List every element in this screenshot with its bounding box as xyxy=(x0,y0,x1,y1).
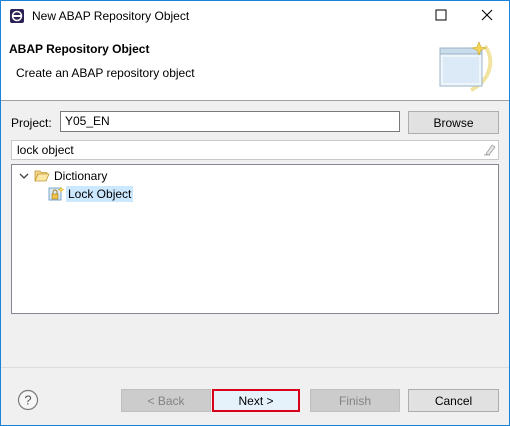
filter-input[interactable]: lock object xyxy=(11,140,499,160)
tree-item-label: Dictionary xyxy=(54,169,108,183)
footer-separator xyxy=(1,367,509,368)
tree-item-lock-object[interactable]: Lock Object xyxy=(48,185,134,203)
cancel-button[interactable]: Cancel xyxy=(408,389,499,412)
tree-item-dictionary[interactable]: Dictionary xyxy=(18,167,107,185)
wizard-banner: ABAP Repository Object Create an ABAP re… xyxy=(1,32,509,101)
back-button[interactable]: < Back xyxy=(121,389,211,412)
new-abap-repository-object-dialog: New ABAP Repository Object ABAP Reposito… xyxy=(0,0,510,426)
project-label: Project: xyxy=(11,116,52,130)
close-button[interactable] xyxy=(464,1,509,32)
project-input[interactable]: Y05_EN xyxy=(60,111,400,132)
svg-text:?: ? xyxy=(24,393,31,408)
next-button[interactable]: Next > xyxy=(212,389,300,412)
lock-object-icon xyxy=(48,186,65,202)
maximize-button[interactable] xyxy=(418,1,463,32)
eclipse-app-icon xyxy=(9,8,25,24)
title-bar: New ABAP Repository Object xyxy=(1,1,509,32)
tree-item-label: Lock Object xyxy=(66,186,134,202)
banner-subtitle: Create an ABAP repository object xyxy=(16,66,195,80)
browse-button[interactable]: Browse xyxy=(408,111,499,134)
banner-title: ABAP Repository Object xyxy=(9,42,150,56)
finish-button[interactable]: Finish xyxy=(310,389,400,412)
object-type-tree[interactable]: Dictionary Lock Object xyxy=(11,164,499,314)
new-object-wizard-graphic xyxy=(437,40,493,92)
eraser-icon[interactable] xyxy=(483,143,496,156)
window-title: New ABAP Repository Object xyxy=(32,9,190,23)
folder-open-icon xyxy=(34,169,50,183)
close-icon xyxy=(481,9,493,24)
maximize-icon xyxy=(435,9,447,24)
help-icon[interactable]: ? xyxy=(17,389,39,411)
chevron-down-icon[interactable] xyxy=(18,170,30,182)
